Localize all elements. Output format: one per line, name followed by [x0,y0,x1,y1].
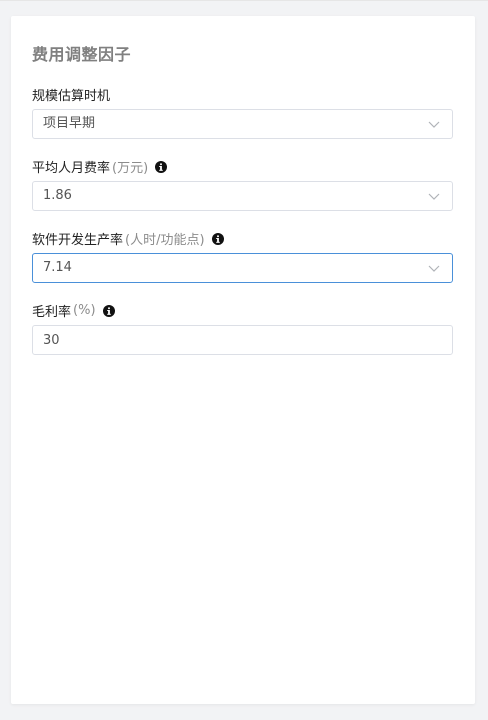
gross-margin-input[interactable] [32,325,453,355]
info-icon[interactable] [102,304,115,317]
gross-margin-field[interactable] [43,326,433,354]
info-icon[interactable] [155,160,168,173]
gross-margin-unit: (%) [73,303,96,318]
avg-monthly-rate-label-text: 平均人月费率 [32,161,111,176]
chevron-down-icon [428,265,440,272]
gross-margin-label-text: 毛利率 [32,305,72,320]
avg-monthly-rate-label: 平均人月费率 (万元) [32,157,168,176]
productivity-label: 软件开发生产率 (人时/功能点) [32,229,224,248]
page: 费用调整因子 规模估算时机 项目早期 平均人月费率 (万元) 1.86 软件开发… [0,0,488,720]
avg-monthly-rate-value: 1.86 [43,188,72,203]
panel-title: 费用调整因子 [32,45,132,64]
scale-timing-select[interactable]: 项目早期 [32,109,453,139]
chevron-down-icon [428,193,440,200]
cost-adjustment-panel: 费用调整因子 规模估算时机 项目早期 平均人月费率 (万元) 1.86 软件开发… [11,16,475,704]
scale-timing-label-text: 规模估算时机 [32,89,111,104]
productivity-unit: (人时/功能点) [125,233,205,248]
top-divider [0,0,488,1]
productivity-label-text: 软件开发生产率 [32,233,124,248]
productivity-value: 7.14 [43,260,72,275]
scale-timing-value: 项目早期 [43,116,96,131]
avg-monthly-rate-select[interactable]: 1.86 [32,181,453,211]
chevron-down-icon [428,121,440,128]
avg-monthly-rate-unit: (万元) [112,161,149,176]
productivity-select[interactable]: 7.14 [32,253,453,283]
gross-margin-label: 毛利率 (%) [32,301,115,320]
info-icon[interactable] [211,232,224,245]
scale-timing-label: 规模估算时机 [32,85,110,104]
